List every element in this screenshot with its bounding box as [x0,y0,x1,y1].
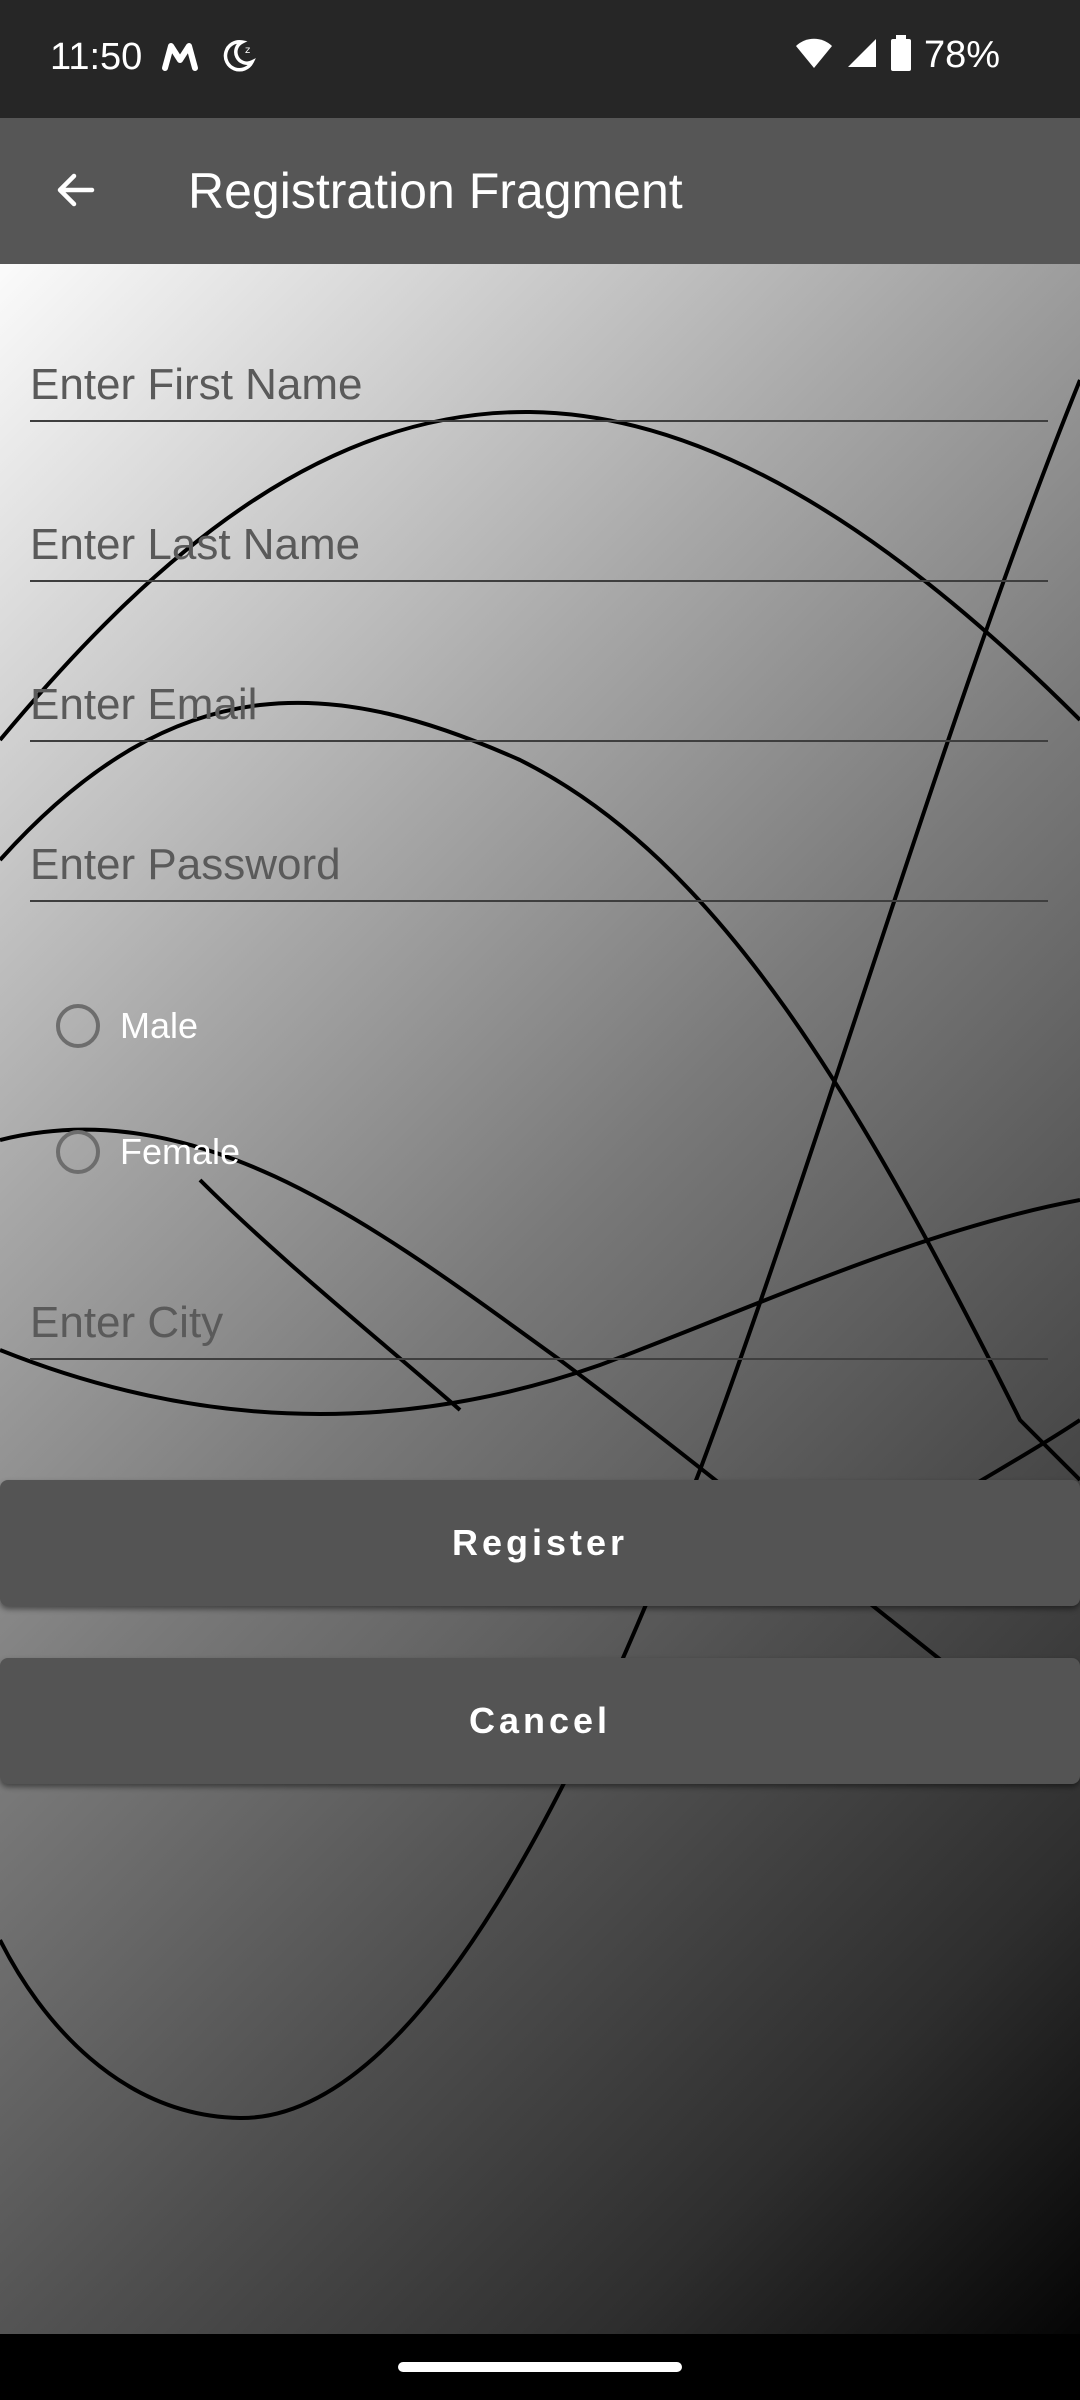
home-gesture-handle[interactable] [398,2362,682,2372]
registration-form: Male Female Register Cancel [0,264,1080,2334]
page-title: Registration Fragment [188,163,683,219]
cancel-button[interactable]: Cancel [0,1658,1080,1784]
gender-option-female[interactable]: Female [56,1130,240,1174]
first-name-field[interactable] [30,350,1048,422]
last-name-input[interactable] [30,520,1048,570]
password-field[interactable] [30,830,1048,902]
status-time: 11:50 [50,36,143,78]
male-radio[interactable] [56,1004,100,1048]
svg-text:z: z [245,45,250,56]
status-bar: 11:50 z 78% [0,0,1080,118]
male-label: Male [120,1005,199,1046]
register-button[interactable]: Register [0,1480,1080,1606]
password-input[interactable] [30,840,1048,890]
moon-icon: z [218,36,258,81]
back-button[interactable] [40,156,112,228]
female-radio[interactable] [56,1130,100,1174]
arrow-left-icon [52,166,100,219]
gender-option-male[interactable]: Male [56,1004,198,1048]
battery-percent: 78% [923,34,1000,76]
city-input[interactable] [30,1298,1048,1348]
city-field[interactable] [30,1288,1048,1360]
navigation-bar [0,2334,1080,2400]
last-name-field[interactable] [30,510,1048,582]
email-input[interactable] [30,680,1048,730]
female-label: Female [120,1131,241,1172]
gmail-m-icon [160,36,200,81]
app-bar: Registration Fragment [0,118,1080,264]
first-name-input[interactable] [30,360,1048,410]
battery-icon [890,35,912,76]
signal-icon [846,37,878,74]
email-field[interactable] [30,670,1048,742]
wifi-icon [794,36,834,75]
